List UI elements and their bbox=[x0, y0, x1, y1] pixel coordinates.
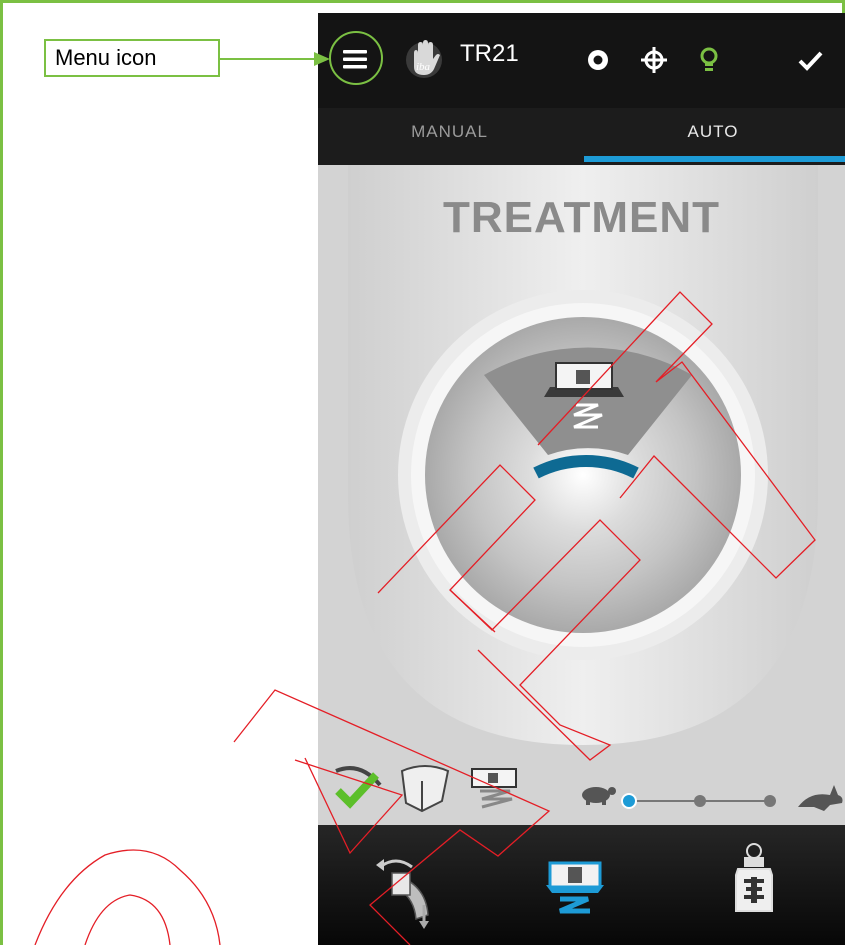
mode-icons-row bbox=[335, 765, 843, 813]
imaging-nav-icon[interactable] bbox=[724, 841, 784, 933]
turtle-icon bbox=[582, 787, 616, 805]
gantry-nav-icon[interactable] bbox=[366, 845, 446, 935]
couch-position-indicator[interactable] bbox=[318, 165, 845, 825]
rabbit-icon bbox=[798, 785, 843, 811]
active-tab-indicator bbox=[584, 156, 845, 162]
speed-step-1[interactable] bbox=[621, 793, 637, 809]
app-header: iba TR21 bbox=[318, 13, 845, 108]
ring-icon[interactable] bbox=[584, 47, 614, 77]
crosshair-icon[interactable] bbox=[639, 45, 669, 75]
app-title: TR21 bbox=[460, 40, 519, 67]
checkmark-icon[interactable] bbox=[796, 47, 826, 75]
speed-slider[interactable] bbox=[621, 793, 776, 809]
couch-mode-icon[interactable] bbox=[471, 768, 517, 809]
bottom-navigation bbox=[318, 825, 845, 945]
tab-manual[interactable]: MANUAL bbox=[318, 108, 581, 165]
annotation-label: Menu icon bbox=[44, 39, 220, 77]
speed-step-3[interactable] bbox=[764, 795, 776, 807]
hamburger-menu-icon[interactable] bbox=[331, 35, 379, 83]
lightbulb-icon[interactable] bbox=[694, 45, 724, 77]
logo-text: iba bbox=[416, 61, 431, 73]
speed-step-2[interactable] bbox=[694, 795, 706, 807]
app-screen: iba TR21 MANUAL AUTO TREATMENT bbox=[318, 13, 845, 945]
gantry-rotation-check-icon[interactable] bbox=[335, 766, 382, 809]
couch-nav-icon[interactable] bbox=[540, 855, 610, 935]
iba-logo-icon: iba bbox=[406, 40, 442, 78]
mode-tabs: MANUAL AUTO bbox=[318, 108, 845, 165]
gantry-head-icon[interactable] bbox=[400, 765, 450, 813]
